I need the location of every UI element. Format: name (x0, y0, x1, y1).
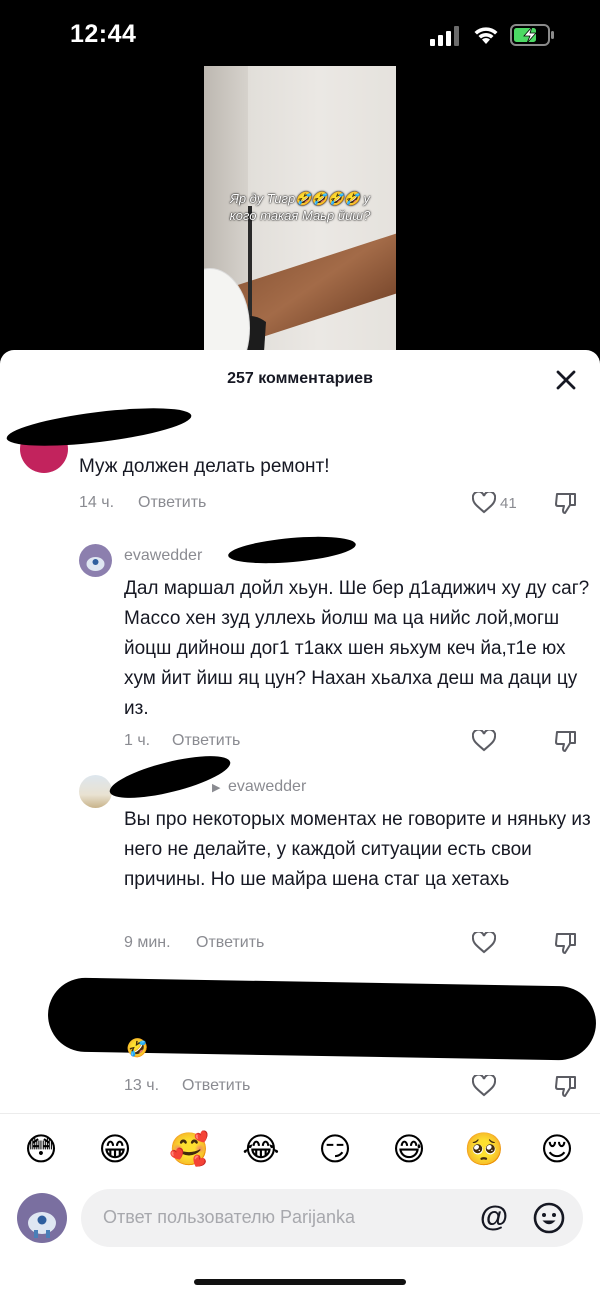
comments-count-title: 257 комментариев (227, 370, 373, 387)
video-caption: Яр ду Тигр🤣🤣🤣🤣 у кого такая Маьр йиш? (229, 191, 371, 223)
wifi-icon (474, 27, 498, 44)
emoji-pleading[interactable]: 🥺 (464, 1130, 504, 1168)
dislike-icon[interactable] (555, 492, 577, 514)
dislike-icon[interactable] (555, 730, 577, 752)
emoji-laugh-tears[interactable]: 😂 (242, 1130, 280, 1168)
cellular-signal-icon (430, 26, 459, 46)
monster-avatar-icon (86, 557, 105, 571)
emoji-flushed[interactable]: 😳 (22, 1130, 60, 1168)
dislike-icon[interactable] (555, 932, 577, 954)
heart-icon[interactable] (472, 730, 496, 752)
laughing-emoji: 🤣 (126, 1038, 149, 1058)
emoji-sweat-smile[interactable]: 😅 (390, 1130, 428, 1168)
redaction-mark (106, 747, 234, 807)
battery-charging-icon (510, 24, 554, 46)
reply-button[interactable]: Ответить (182, 1077, 250, 1095)
status-bar: 12:44 (0, 0, 600, 66)
comment-time: 13 ч. (124, 1077, 160, 1094)
avatar[interactable] (79, 775, 112, 808)
redaction-mark (4, 400, 194, 454)
reply-arrow-icon: ▶ (212, 782, 221, 794)
current-user-avatar (17, 1193, 67, 1243)
mention-icon[interactable]: @ (477, 1200, 511, 1234)
emoji-smirk[interactable]: 😏 (316, 1130, 354, 1168)
comment-time: 9 мин. (124, 934, 171, 951)
comment-text: Муж должен делать ремонт! (79, 456, 330, 477)
comment-username[interactable]: evawedder (124, 547, 202, 565)
redaction-mark (227, 532, 357, 568)
reply-button[interactable]: Ответить (196, 934, 264, 952)
comment-time: 14 ч. (79, 494, 115, 511)
emoji-picker-icon[interactable] (532, 1201, 566, 1235)
avatar[interactable] (79, 544, 112, 577)
reply-button[interactable]: Ответить (138, 494, 206, 512)
comment-text: Вы про некоторых моментах не говорите и … (124, 809, 591, 890)
emoji-quick-bar: 😳 😁 🥰 😂 😏 😅 🥺 😌 (0, 1113, 600, 1187)
monster-avatar-icon (28, 1212, 56, 1238)
heart-icon[interactable] (472, 932, 496, 954)
heart-icon[interactable] (472, 492, 496, 514)
close-icon[interactable] (552, 366, 580, 394)
comment-text: Дал маршал дойл хьун. Ше бер д1адижич ху… (124, 578, 590, 719)
reply-placeholder: Ответ пользователю Parijanka (103, 1207, 356, 1227)
status-time: 12:44 (70, 20, 137, 48)
reply-to-username[interactable]: evawedder (228, 778, 306, 796)
emoji-hearts[interactable]: 🥰 (169, 1130, 209, 1168)
reply-button[interactable]: Ответить (172, 732, 240, 750)
heart-icon[interactable] (472, 1075, 496, 1097)
dislike-icon[interactable] (555, 1075, 577, 1097)
like-count: 41 (500, 495, 517, 512)
comment-time: 1 ч. (124, 732, 151, 749)
reply-input[interactable]: Ответ пользователю Parijanka @ (81, 1189, 583, 1247)
emoji-grin[interactable]: 😁 (96, 1130, 134, 1168)
home-indicator (194, 1279, 406, 1285)
video-preview[interactable]: Яр ду Тигр🤣🤣🤣🤣 у кого такая Маьр йиш? (204, 66, 396, 352)
emoji-relieved[interactable]: 😌 (538, 1130, 576, 1168)
